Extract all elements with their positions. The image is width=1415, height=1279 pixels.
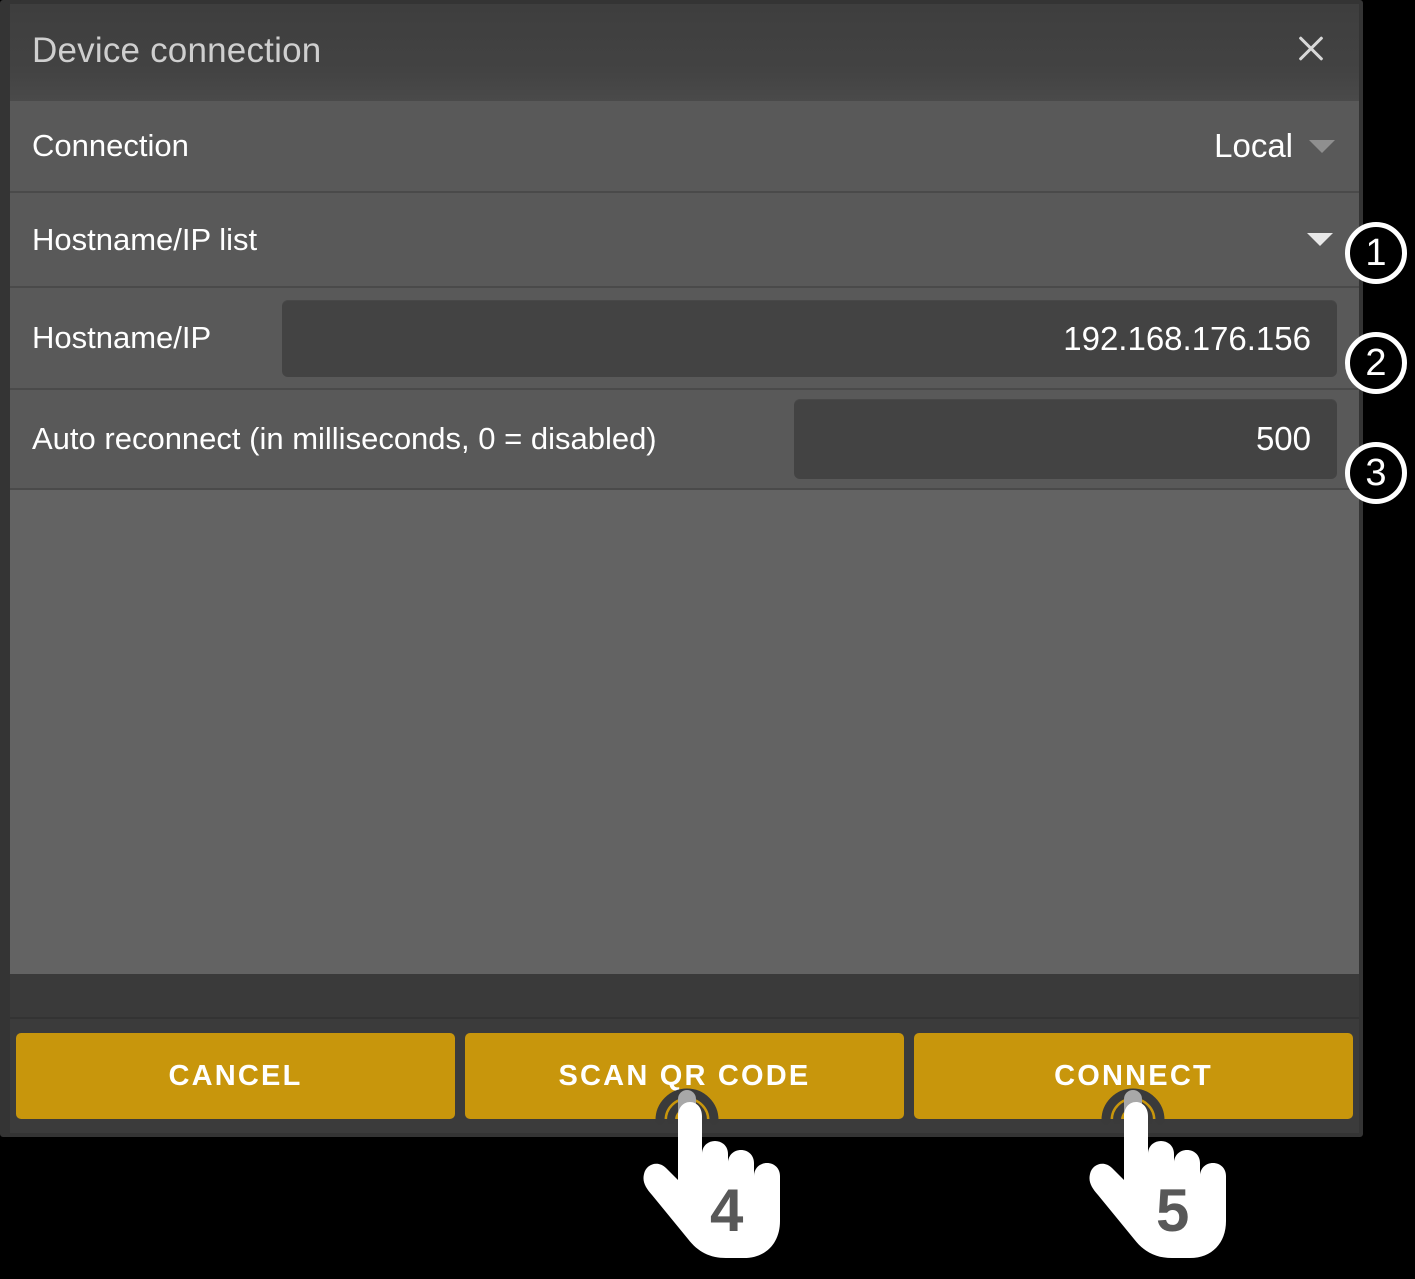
auto-reconnect-input[interactable]: 500 — [794, 399, 1337, 479]
hostname-ip-list-dropdown[interactable] — [1307, 193, 1333, 286]
hostname-ip-input[interactable]: 192.168.176.156 — [282, 300, 1337, 377]
hostname-ip-value: 192.168.176.156 — [1063, 319, 1311, 357]
row-auto-reconnect: Auto reconnect (in milliseconds, 0 = dis… — [10, 390, 1359, 490]
tap-cursor-number-5: 5 — [1156, 1177, 1190, 1244]
dialog-body-empty-area — [10, 490, 1359, 974]
dialog-title: Device connection — [32, 31, 322, 70]
step-badge-1: 1 — [1345, 222, 1407, 284]
device-connection-dialog: Device connection Connection Local Hostn… — [0, 0, 1363, 1137]
row-accent-bar — [0, 398, 7, 480]
auto-reconnect-value: 500 — [1255, 420, 1311, 457]
step-badge-3: 3 — [1345, 442, 1407, 504]
chevron-down-icon — [1309, 139, 1335, 153]
connection-dropdown[interactable]: Local — [1214, 101, 1335, 191]
cancel-button[interactable]: CANCEL — [16, 1033, 455, 1119]
connect-button[interactable]: CONNECT — [914, 1033, 1353, 1119]
chevron-down-icon — [1307, 233, 1333, 246]
auto-reconnect-label: Auto reconnect (in milliseconds, 0 = dis… — [32, 421, 657, 456]
hostname-ip-list-label: Hostname/IP list — [32, 221, 258, 257]
dialog-footer: CANCEL SCAN QR CODE CONNECT — [10, 1017, 1359, 1133]
row-accent-bar — [0, 296, 7, 380]
dialog-titlebar: Device connection — [10, 4, 1359, 101]
row-hostname-ip-list[interactable]: Hostname/IP list — [10, 193, 1359, 288]
hostname-ip-label: Hostname/IP — [32, 320, 212, 355]
connection-label: Connection — [32, 128, 189, 163]
row-accent-bar — [0, 201, 7, 278]
scan-qr-code-button[interactable]: SCAN QR CODE — [465, 1033, 904, 1119]
row-hostname-ip: Hostname/IP 192.168.176.156 — [10, 288, 1359, 390]
connection-value: Local — [1214, 127, 1293, 164]
tap-cursor-number-4: 4 — [710, 1177, 744, 1244]
row-connection[interactable]: Connection Local — [10, 101, 1359, 193]
close-icon[interactable] — [1289, 26, 1333, 70]
step-badge-2: 2 — [1345, 332, 1407, 394]
